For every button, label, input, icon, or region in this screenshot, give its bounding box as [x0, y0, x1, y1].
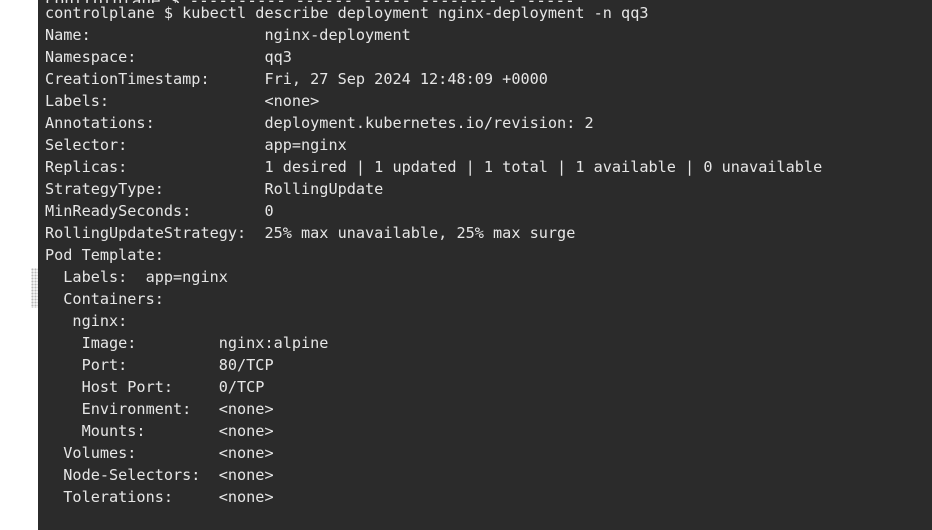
output-line-rolling-update-strategy: RollingUpdateStrategy: 25% max unavailab…	[45, 224, 576, 242]
output-line-port: Port: 80/TCP	[45, 356, 274, 374]
output-line-node-selectors: Node-Selectors: <none>	[45, 466, 274, 484]
output-line-name: Name: nginx-deployment	[45, 26, 411, 44]
output-line-image: Image: nginx:alpine	[45, 334, 329, 352]
output-line-namespace: Namespace: qq3	[45, 48, 292, 66]
output-line-min-ready-seconds: MinReadySeconds: 0	[45, 202, 274, 220]
output-line-host-port: Host Port: 0/TCP	[45, 378, 265, 396]
output-line-containers: Containers:	[45, 290, 164, 308]
output-line-selector: Selector: app=nginx	[45, 136, 347, 154]
output-line-replicas: Replicas: 1 desired | 1 updated | 1 tota…	[45, 158, 823, 176]
output-line-volumes: Volumes: <none>	[45, 444, 274, 462]
terminal-output[interactable]: controlplane $ ---------- ------ ----- -…	[38, 0, 932, 530]
command-line: controlplane $ kubectl describe deployme…	[45, 4, 649, 22]
output-line-pod-template: Pod Template:	[45, 246, 164, 264]
output-line-mounts: Mounts: <none>	[45, 422, 274, 440]
output-line-labels: Labels: <none>	[45, 92, 320, 110]
output-line-pod-labels: Labels: app=nginx	[45, 268, 228, 286]
output-line-annotations: Annotations: deployment.kubernetes.io/re…	[45, 114, 594, 132]
output-line-creation-timestamp: CreationTimestamp: Fri, 27 Sep 2024 12:4…	[45, 70, 548, 88]
terminal-lines: controlplane $ kubectl describe deployme…	[45, 2, 822, 508]
output-line-tolerations: Tolerations: <none>	[45, 488, 274, 506]
left-margin	[0, 0, 38, 530]
output-line-container-nginx: nginx:	[45, 312, 128, 330]
output-line-strategy-type: StrategyType: RollingUpdate	[45, 180, 384, 198]
output-line-environment: Environment: <none>	[45, 400, 274, 418]
resize-handle-icon[interactable]	[31, 268, 38, 308]
